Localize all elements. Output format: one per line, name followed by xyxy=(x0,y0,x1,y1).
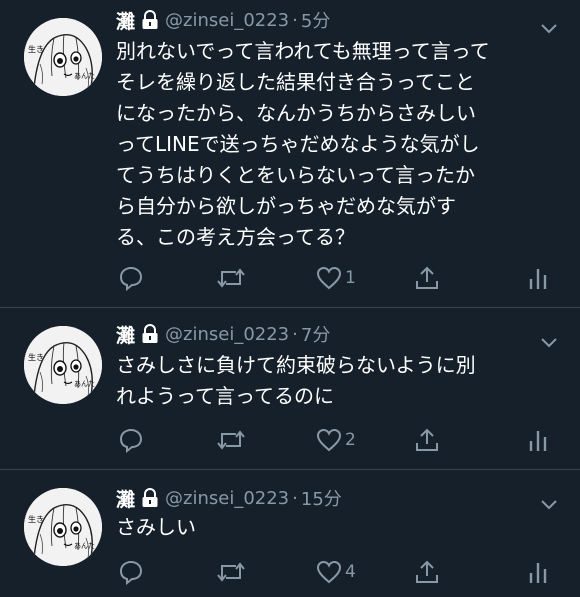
reply-icon xyxy=(119,560,143,585)
display-name[interactable]: 灘 xyxy=(116,7,135,34)
reply-icon xyxy=(119,266,143,291)
retweet-icon xyxy=(217,430,245,450)
heart-icon xyxy=(316,266,342,290)
tweet-header: 灘 @zinsei_0223 · 15分 xyxy=(116,485,342,512)
tweet-actions: 2 xyxy=(116,426,556,454)
handle[interactable]: @zinsei_0223 xyxy=(165,324,289,345)
analytics-icon xyxy=(529,431,547,451)
like-count: 1 xyxy=(345,268,356,288)
handle[interactable]: @zinsei_0223 xyxy=(165,488,289,509)
reply-button[interactable] xyxy=(118,558,144,586)
avatar-label: あんた xyxy=(74,72,95,80)
analytics-icon xyxy=(529,563,547,583)
tweet-actions: 4 xyxy=(116,558,556,586)
avatar[interactable]: 生き あんた xyxy=(24,18,102,96)
like-button[interactable]: 4 xyxy=(316,558,356,586)
lock-icon xyxy=(141,10,159,30)
display-name[interactable]: 灘 xyxy=(116,321,135,348)
tweet-text: さみしさに負けて約束破らないように別 れようって言ってるのに xyxy=(116,353,476,408)
timestamp[interactable]: 7分 xyxy=(301,321,330,347)
analytics-button[interactable] xyxy=(528,426,548,454)
share-icon xyxy=(416,560,438,583)
reply-icon xyxy=(119,428,143,453)
tweet[interactable]: 生き あんた 灘 @zinsei_0223 · 15分 さみしい 4 xyxy=(0,470,580,597)
tweet[interactable]: 生き あんた 灘 @zinsei_0223 · 5分 別れないでって言われても無… xyxy=(0,0,580,308)
display-name[interactable]: 灘 xyxy=(116,485,135,512)
heart-icon xyxy=(316,428,342,452)
avatar[interactable]: 生き あんた xyxy=(24,326,102,404)
tweet-header: 灘 @zinsei_0223 · 5分 xyxy=(116,7,330,34)
chevron-down-icon[interactable] xyxy=(540,496,558,510)
avatar[interactable]: 生き あんた xyxy=(24,488,102,566)
handle[interactable]: @zinsei_0223 xyxy=(165,10,289,31)
share-icon xyxy=(416,428,438,451)
avatar-label: あんた xyxy=(74,542,95,550)
like-count: 2 xyxy=(345,430,356,450)
analytics-button[interactable] xyxy=(528,558,548,586)
heart-icon xyxy=(316,560,342,584)
retweet-button[interactable] xyxy=(216,426,246,454)
timestamp[interactable]: 15分 xyxy=(301,485,342,511)
share-icon xyxy=(416,266,438,289)
retweet-icon xyxy=(217,562,245,582)
reply-button[interactable] xyxy=(118,426,144,454)
analytics-button[interactable] xyxy=(528,264,548,292)
reply-button[interactable] xyxy=(118,264,144,292)
like-count: 4 xyxy=(345,562,356,582)
separator-dot: · xyxy=(292,9,298,31)
avatar-label: 生き xyxy=(28,44,44,54)
retweet-button[interactable] xyxy=(216,264,246,292)
tweet-header: 灘 @zinsei_0223 · 7分 xyxy=(116,321,330,348)
share-button[interactable] xyxy=(414,426,440,454)
chevron-down-icon[interactable] xyxy=(540,334,558,348)
avatar-label: あんた xyxy=(74,380,95,388)
share-button[interactable] xyxy=(414,264,440,292)
separator-dot: · xyxy=(292,323,298,345)
analytics-icon xyxy=(529,269,547,289)
like-button[interactable]: 1 xyxy=(316,264,356,292)
avatar-illustration: 生き あんた xyxy=(24,18,102,96)
tweet-text: 別れないでって言われても無理って言って そレを繰り返した結果付き合うってこと に… xyxy=(116,39,490,249)
avatar-illustration: 生き あんた xyxy=(24,326,102,404)
lock-icon xyxy=(141,324,159,344)
retweet-icon xyxy=(217,268,245,288)
tweet-actions: 1 xyxy=(116,264,556,292)
tweet-text: さみしい xyxy=(116,515,196,539)
lock-icon xyxy=(141,488,159,508)
retweet-button[interactable] xyxy=(216,558,246,586)
avatar-label: 生き xyxy=(28,352,44,362)
avatar-label: 生き xyxy=(28,514,44,524)
chevron-down-icon[interactable] xyxy=(540,20,558,34)
avatar-illustration: 生き あんた xyxy=(24,488,102,566)
separator-dot: · xyxy=(292,487,298,509)
like-button[interactable]: 2 xyxy=(316,426,356,454)
tweet[interactable]: 生き あんた 灘 @zinsei_0223 · 7分 さみしさに負けて約束破らな… xyxy=(0,308,580,470)
share-button[interactable] xyxy=(414,558,440,586)
timestamp[interactable]: 5分 xyxy=(301,7,330,33)
